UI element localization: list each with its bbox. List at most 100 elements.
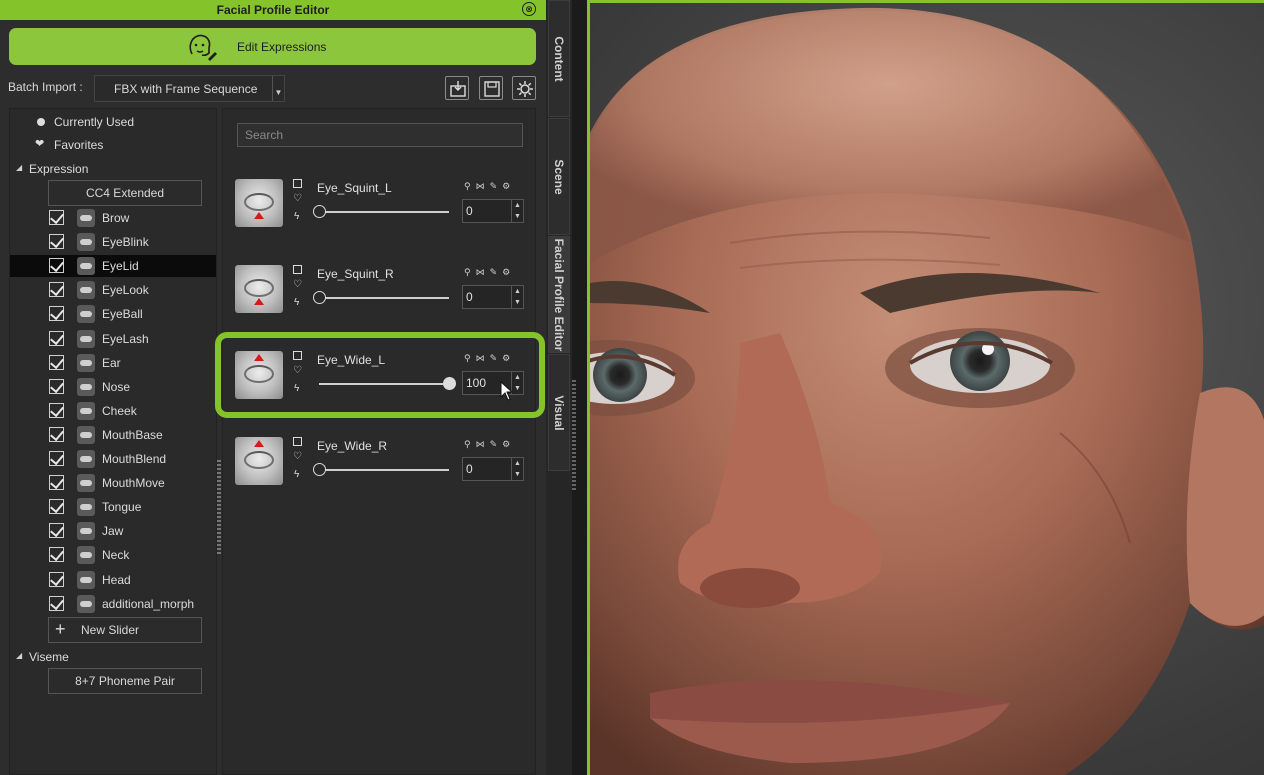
tree-item-jaw[interactable]: Jaw bbox=[10, 520, 216, 542]
tree-item-mouthblend[interactable]: MouthBlend bbox=[10, 448, 216, 470]
tree-item-eyelook[interactable]: EyeLook bbox=[10, 279, 216, 301]
edit-icon[interactable]: ✎ bbox=[490, 267, 503, 277]
checkbox[interactable] bbox=[49, 402, 64, 418]
tree-item-mouthmove[interactable]: MouthMove bbox=[10, 472, 216, 494]
morph-value-input[interactable]: 0 ▲ ▼ bbox=[462, 457, 524, 481]
checkbox[interactable] bbox=[49, 523, 64, 539]
tab-visual[interactable]: Visual bbox=[548, 354, 570, 471]
settings-icon bbox=[517, 81, 533, 97]
heart-icon[interactable]: ♡ bbox=[293, 451, 302, 462]
splitter-handle[interactable] bbox=[217, 460, 221, 555]
cheek-icon bbox=[77, 401, 95, 420]
tree-item-eyeball[interactable]: EyeBall bbox=[10, 303, 216, 325]
tree-item-nose[interactable]: Nose bbox=[10, 376, 216, 398]
checkbox[interactable] bbox=[49, 451, 64, 466]
category-label: MouthMove bbox=[102, 476, 165, 491]
settings-button[interactable] bbox=[512, 76, 536, 100]
gear-icon[interactable]: ⚙ bbox=[502, 267, 515, 277]
close-icon[interactable]: ⊗ bbox=[522, 2, 536, 16]
spinner-icon[interactable]: ▲ ▼ bbox=[511, 458, 523, 480]
phoneme-pair-button[interactable]: 8+7 Phoneme Pair bbox=[48, 668, 202, 694]
checkbox[interactable] bbox=[49, 282, 64, 298]
link-icon[interactable]: ⚲ bbox=[464, 267, 476, 277]
tree-item-head[interactable]: Head bbox=[10, 569, 216, 591]
tree-item-eyelid[interactable]: EyeLid bbox=[10, 255, 216, 278]
morph-thumbnail[interactable] bbox=[235, 265, 283, 313]
category-label: Cheek bbox=[102, 403, 137, 418]
slider-handle[interactable] bbox=[313, 463, 326, 476]
gear-icon[interactable]: ⚙ bbox=[502, 181, 515, 191]
mirror-icon[interactable]: ⋈ bbox=[476, 439, 490, 449]
checkbox[interactable] bbox=[49, 426, 64, 442]
mirror-icon[interactable]: ⋈ bbox=[476, 181, 490, 191]
tree-item-favorites[interactable]: ❤ Favorites bbox=[10, 134, 216, 156]
checkbox[interactable] bbox=[49, 595, 64, 611]
tab-content[interactable]: Content bbox=[548, 0, 570, 117]
plus-icon: + bbox=[55, 619, 66, 639]
tab-content-label: Content bbox=[552, 35, 566, 82]
checkbox[interactable] bbox=[49, 330, 64, 346]
heart-icon[interactable]: ♡ bbox=[293, 193, 302, 204]
checkbox[interactable] bbox=[49, 475, 64, 491]
new-slider-button[interactable]: + New Slider bbox=[48, 617, 202, 643]
tree-header-viseme[interactable]: ◢ Viseme bbox=[10, 646, 216, 668]
tree-item-eyelash[interactable]: EyeLash bbox=[10, 328, 216, 350]
tree-item-eyeblink[interactable]: EyeBlink bbox=[10, 231, 216, 253]
tab-scene[interactable]: Scene bbox=[548, 118, 570, 235]
tree-item-neck[interactable]: Neck bbox=[10, 544, 216, 566]
morph-thumbnail[interactable] bbox=[235, 437, 283, 485]
morph-slider[interactable] bbox=[313, 205, 449, 218]
checkbox[interactable] bbox=[49, 258, 64, 274]
tree-item-mouthbase[interactable]: MouthBase bbox=[10, 424, 216, 446]
slider-handle[interactable] bbox=[313, 291, 326, 304]
checkbox[interactable] bbox=[49, 354, 64, 370]
bolt-icon[interactable]: ϟ bbox=[294, 211, 299, 222]
import-button[interactable] bbox=[445, 76, 469, 100]
edit-icon[interactable]: ✎ bbox=[490, 439, 503, 449]
spinner-icon[interactable]: ▲ ▼ bbox=[511, 200, 523, 222]
tree-item-currently-used[interactable]: Currently Used bbox=[10, 111, 216, 133]
edit-expressions-button[interactable]: Edit Expressions bbox=[9, 28, 536, 65]
checkbox[interactable] bbox=[49, 306, 64, 322]
checkbox-icon[interactable] bbox=[293, 265, 302, 274]
slider-handle[interactable] bbox=[313, 205, 326, 218]
checkbox[interactable] bbox=[49, 547, 64, 563]
batch-import-select[interactable]: FBX with Frame Sequence ▼ bbox=[94, 75, 285, 102]
tree-item-cheek[interactable]: Cheek bbox=[10, 400, 216, 422]
morph-slider[interactable] bbox=[313, 463, 449, 476]
tree-item-ear[interactable]: Ear bbox=[10, 352, 216, 374]
checkbox[interactable] bbox=[49, 571, 64, 587]
gear-icon[interactable]: ⚙ bbox=[502, 439, 515, 449]
category-label: EyeLook bbox=[102, 283, 149, 298]
tree-item-brow[interactable]: Brow bbox=[10, 207, 216, 229]
morph-value-input[interactable]: 0 ▲ ▼ bbox=[462, 199, 524, 223]
checkbox[interactable] bbox=[49, 499, 64, 515]
checkbox[interactable] bbox=[49, 234, 64, 250]
heart-icon[interactable]: ♡ bbox=[293, 279, 302, 290]
spinner-icon[interactable]: ▲ ▼ bbox=[511, 286, 523, 308]
checkbox-icon[interactable] bbox=[293, 179, 302, 188]
morph-value-input[interactable]: 0 ▲ ▼ bbox=[462, 285, 524, 309]
link-icon[interactable]: ⚲ bbox=[464, 439, 476, 449]
bolt-icon[interactable]: ϟ bbox=[294, 297, 299, 308]
morph-slider[interactable] bbox=[313, 291, 449, 304]
bolt-icon[interactable]: ϟ bbox=[294, 469, 299, 480]
checkbox[interactable] bbox=[49, 210, 64, 225]
save-button[interactable] bbox=[479, 76, 503, 100]
tree-item-additional-morph[interactable]: additional_morph bbox=[10, 593, 216, 615]
tree-header-expression[interactable]: ◢ Expression bbox=[10, 158, 216, 180]
search-input[interactable]: Search bbox=[237, 123, 523, 147]
checkbox-icon[interactable] bbox=[293, 437, 302, 446]
morph-name: Eye_Wide_R bbox=[317, 439, 388, 453]
3d-viewport[interactable] bbox=[587, 0, 1264, 775]
edit-icon[interactable]: ✎ bbox=[490, 181, 503, 191]
morph-row: ♡ ϟ Eye_Squint_R ⚲⋈✎⚙ 0 ▲ ▼ bbox=[235, 265, 525, 329]
mirror-icon[interactable]: ⋈ bbox=[476, 267, 490, 277]
morph-thumbnail[interactable] bbox=[235, 179, 283, 227]
link-icon[interactable]: ⚲ bbox=[464, 181, 476, 191]
cc4-extended-button[interactable]: CC4 Extended bbox=[48, 180, 202, 206]
tab-strip-grip[interactable] bbox=[572, 380, 576, 490]
tab-facial-profile-editor[interactable]: Facial Profile Editor bbox=[548, 236, 570, 353]
checkbox[interactable] bbox=[49, 378, 64, 394]
tree-item-tongue[interactable]: Tongue bbox=[10, 496, 216, 518]
